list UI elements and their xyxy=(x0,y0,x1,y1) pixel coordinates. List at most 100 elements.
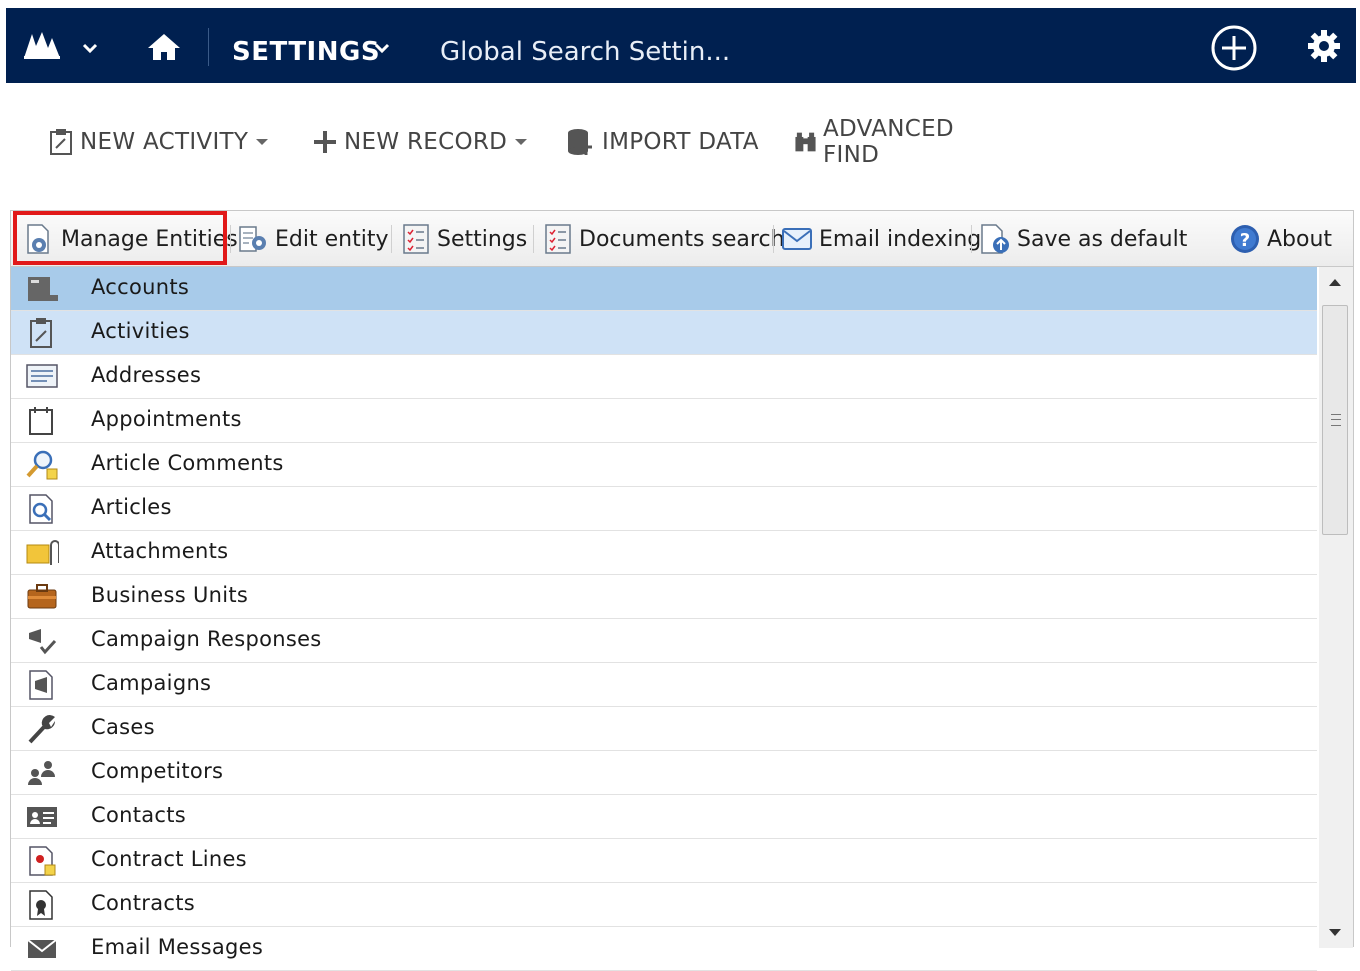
area-title[interactable]: SETTINGS xyxy=(232,32,380,72)
envelope-icon xyxy=(782,228,812,250)
new-record-button[interactable]: NEW RECORD xyxy=(312,122,528,162)
checklist-icon xyxy=(545,224,571,254)
list-item[interactable]: Campaigns xyxy=(11,663,1317,707)
import-data-label: IMPORT DATA xyxy=(602,129,759,155)
list-item-label: Contract Lines xyxy=(91,847,247,871)
list-item[interactable]: Competitors xyxy=(11,751,1317,795)
toolbar-separator xyxy=(971,225,972,253)
list-item-label: Competitors xyxy=(91,759,224,783)
settings-button[interactable]: Settings xyxy=(401,221,527,257)
clipboard-icon xyxy=(50,129,72,155)
wrench-icon xyxy=(28,715,56,744)
list-item[interactable]: Attachments xyxy=(11,531,1317,575)
scroll-thumb[interactable] xyxy=(1322,305,1348,535)
new-activity-button[interactable]: NEW ACTIVITY xyxy=(48,122,269,162)
list-item[interactable]: Accounts xyxy=(11,267,1317,311)
advanced-find-label: ADVANCED FIND xyxy=(823,116,954,168)
list-item[interactable]: Email Messages xyxy=(11,927,1317,971)
entity-grid-panel: Manage Entities Edit entity Settings Doc… xyxy=(10,210,1354,971)
area-chevron-down-icon[interactable] xyxy=(374,42,390,54)
account-icon xyxy=(28,277,58,301)
list-item[interactable]: Article Comments xyxy=(11,443,1317,487)
email-indexing-button[interactable]: Email indexing xyxy=(781,221,981,257)
gear-icon[interactable] xyxy=(1306,28,1342,64)
vertical-scrollbar[interactable] xyxy=(1319,267,1353,948)
scroll-grip-icon xyxy=(1331,414,1341,426)
toolbar-separator xyxy=(230,225,231,253)
list-item[interactable]: Business Units xyxy=(11,575,1317,619)
save-as-default-button[interactable]: Save as default xyxy=(979,221,1187,257)
list-item[interactable]: Contacts xyxy=(11,795,1317,839)
attachment-icon xyxy=(26,540,59,565)
list-item-label: Campaign Responses xyxy=(91,627,322,651)
new-record-label: NEW RECORD xyxy=(344,129,508,155)
activity-icon xyxy=(30,318,52,348)
list-item[interactable]: Appointments xyxy=(11,399,1317,443)
manage-entities-button[interactable]: Manage Entities xyxy=(25,221,238,257)
list-item[interactable]: Activities xyxy=(11,311,1317,355)
home-icon[interactable] xyxy=(146,32,182,62)
email-indexing-label: Email indexing xyxy=(819,226,982,252)
breadcrumb[interactable]: Global Search Settin... xyxy=(440,32,730,72)
list-item[interactable]: Campaign Responses xyxy=(11,619,1317,663)
business-unit-icon xyxy=(27,584,57,609)
address-icon xyxy=(26,364,58,388)
contact-card-icon xyxy=(27,807,57,827)
email-icon xyxy=(27,939,57,958)
list-item-label: Campaigns xyxy=(91,671,212,695)
article-icon xyxy=(29,494,53,524)
save-as-default-label: Save as default xyxy=(1017,226,1188,252)
list-item[interactable]: Contract Lines xyxy=(11,839,1317,883)
list-item-label: Contacts xyxy=(91,803,187,827)
campaign-response-icon xyxy=(29,629,57,655)
create-plus-icon[interactable] xyxy=(1210,24,1258,72)
plus-icon xyxy=(314,131,336,153)
list-item-label: Attachments xyxy=(91,539,229,563)
edit-entity-button[interactable]: Edit entity xyxy=(237,221,388,257)
toolbar-separator xyxy=(773,225,774,253)
list-item-label: Addresses xyxy=(91,363,202,387)
about-button[interactable]: ? About xyxy=(1229,221,1332,257)
list-item-label: Articles xyxy=(91,495,172,519)
documents-search-label: Documents search xyxy=(579,226,785,252)
settings-label: Settings xyxy=(437,226,528,252)
advanced-find-button[interactable]: ADVANCED FIND xyxy=(794,116,963,168)
new-activity-label: NEW ACTIVITY xyxy=(80,129,249,155)
list-item[interactable]: Articles xyxy=(11,487,1317,531)
list-item-label: Email Messages xyxy=(91,935,264,959)
toolbar-separator xyxy=(533,225,534,253)
contract-icon xyxy=(29,890,53,920)
manage-entities-icon xyxy=(27,224,49,254)
database-import-icon xyxy=(568,129,592,155)
documents-search-button[interactable]: Documents search xyxy=(543,221,785,257)
list-item-label: Accounts xyxy=(91,275,190,299)
grid-toolbar: Manage Entities Edit entity Settings Doc… xyxy=(11,211,1353,267)
competitor-icon xyxy=(28,761,55,785)
list-item[interactable]: Contracts xyxy=(11,883,1317,927)
scroll-up-arrow-icon[interactable] xyxy=(1329,279,1341,286)
list-item-label: Cases xyxy=(91,715,155,739)
edit-entity-icon xyxy=(239,226,266,252)
toolbar-separator xyxy=(391,225,392,253)
command-bar: NEW ACTIVITY NEW RECORD IMPORT DATA ADVA… xyxy=(6,100,954,180)
scroll-down-arrow-icon[interactable] xyxy=(1329,929,1341,936)
campaign-icon xyxy=(29,670,53,700)
list-item-label: Business Units xyxy=(91,583,249,607)
about-label: About xyxy=(1267,226,1333,252)
save-default-icon xyxy=(981,224,1009,254)
list-item[interactable]: Addresses xyxy=(11,355,1317,399)
edit-entity-label: Edit entity xyxy=(275,226,389,252)
manage-entities-label: Manage Entities xyxy=(61,226,238,252)
dropdown-caret-icon xyxy=(515,139,528,145)
svg-text:?: ? xyxy=(1240,230,1250,251)
import-data-button[interactable]: IMPORT DATA xyxy=(566,122,759,162)
dynamics-logo-icon[interactable] xyxy=(22,28,62,62)
top-navigation-bar: SETTINGS Global Search Settin... xyxy=(6,8,1356,83)
list-item-label: Article Comments xyxy=(91,451,284,475)
list-item-label: Activities xyxy=(91,319,190,343)
appointment-icon xyxy=(29,407,53,435)
chevron-down-icon[interactable] xyxy=(82,42,98,54)
list-item[interactable]: Cases xyxy=(11,707,1317,751)
list-item-label: Contracts xyxy=(91,891,195,915)
contract-line-icon xyxy=(29,846,56,876)
